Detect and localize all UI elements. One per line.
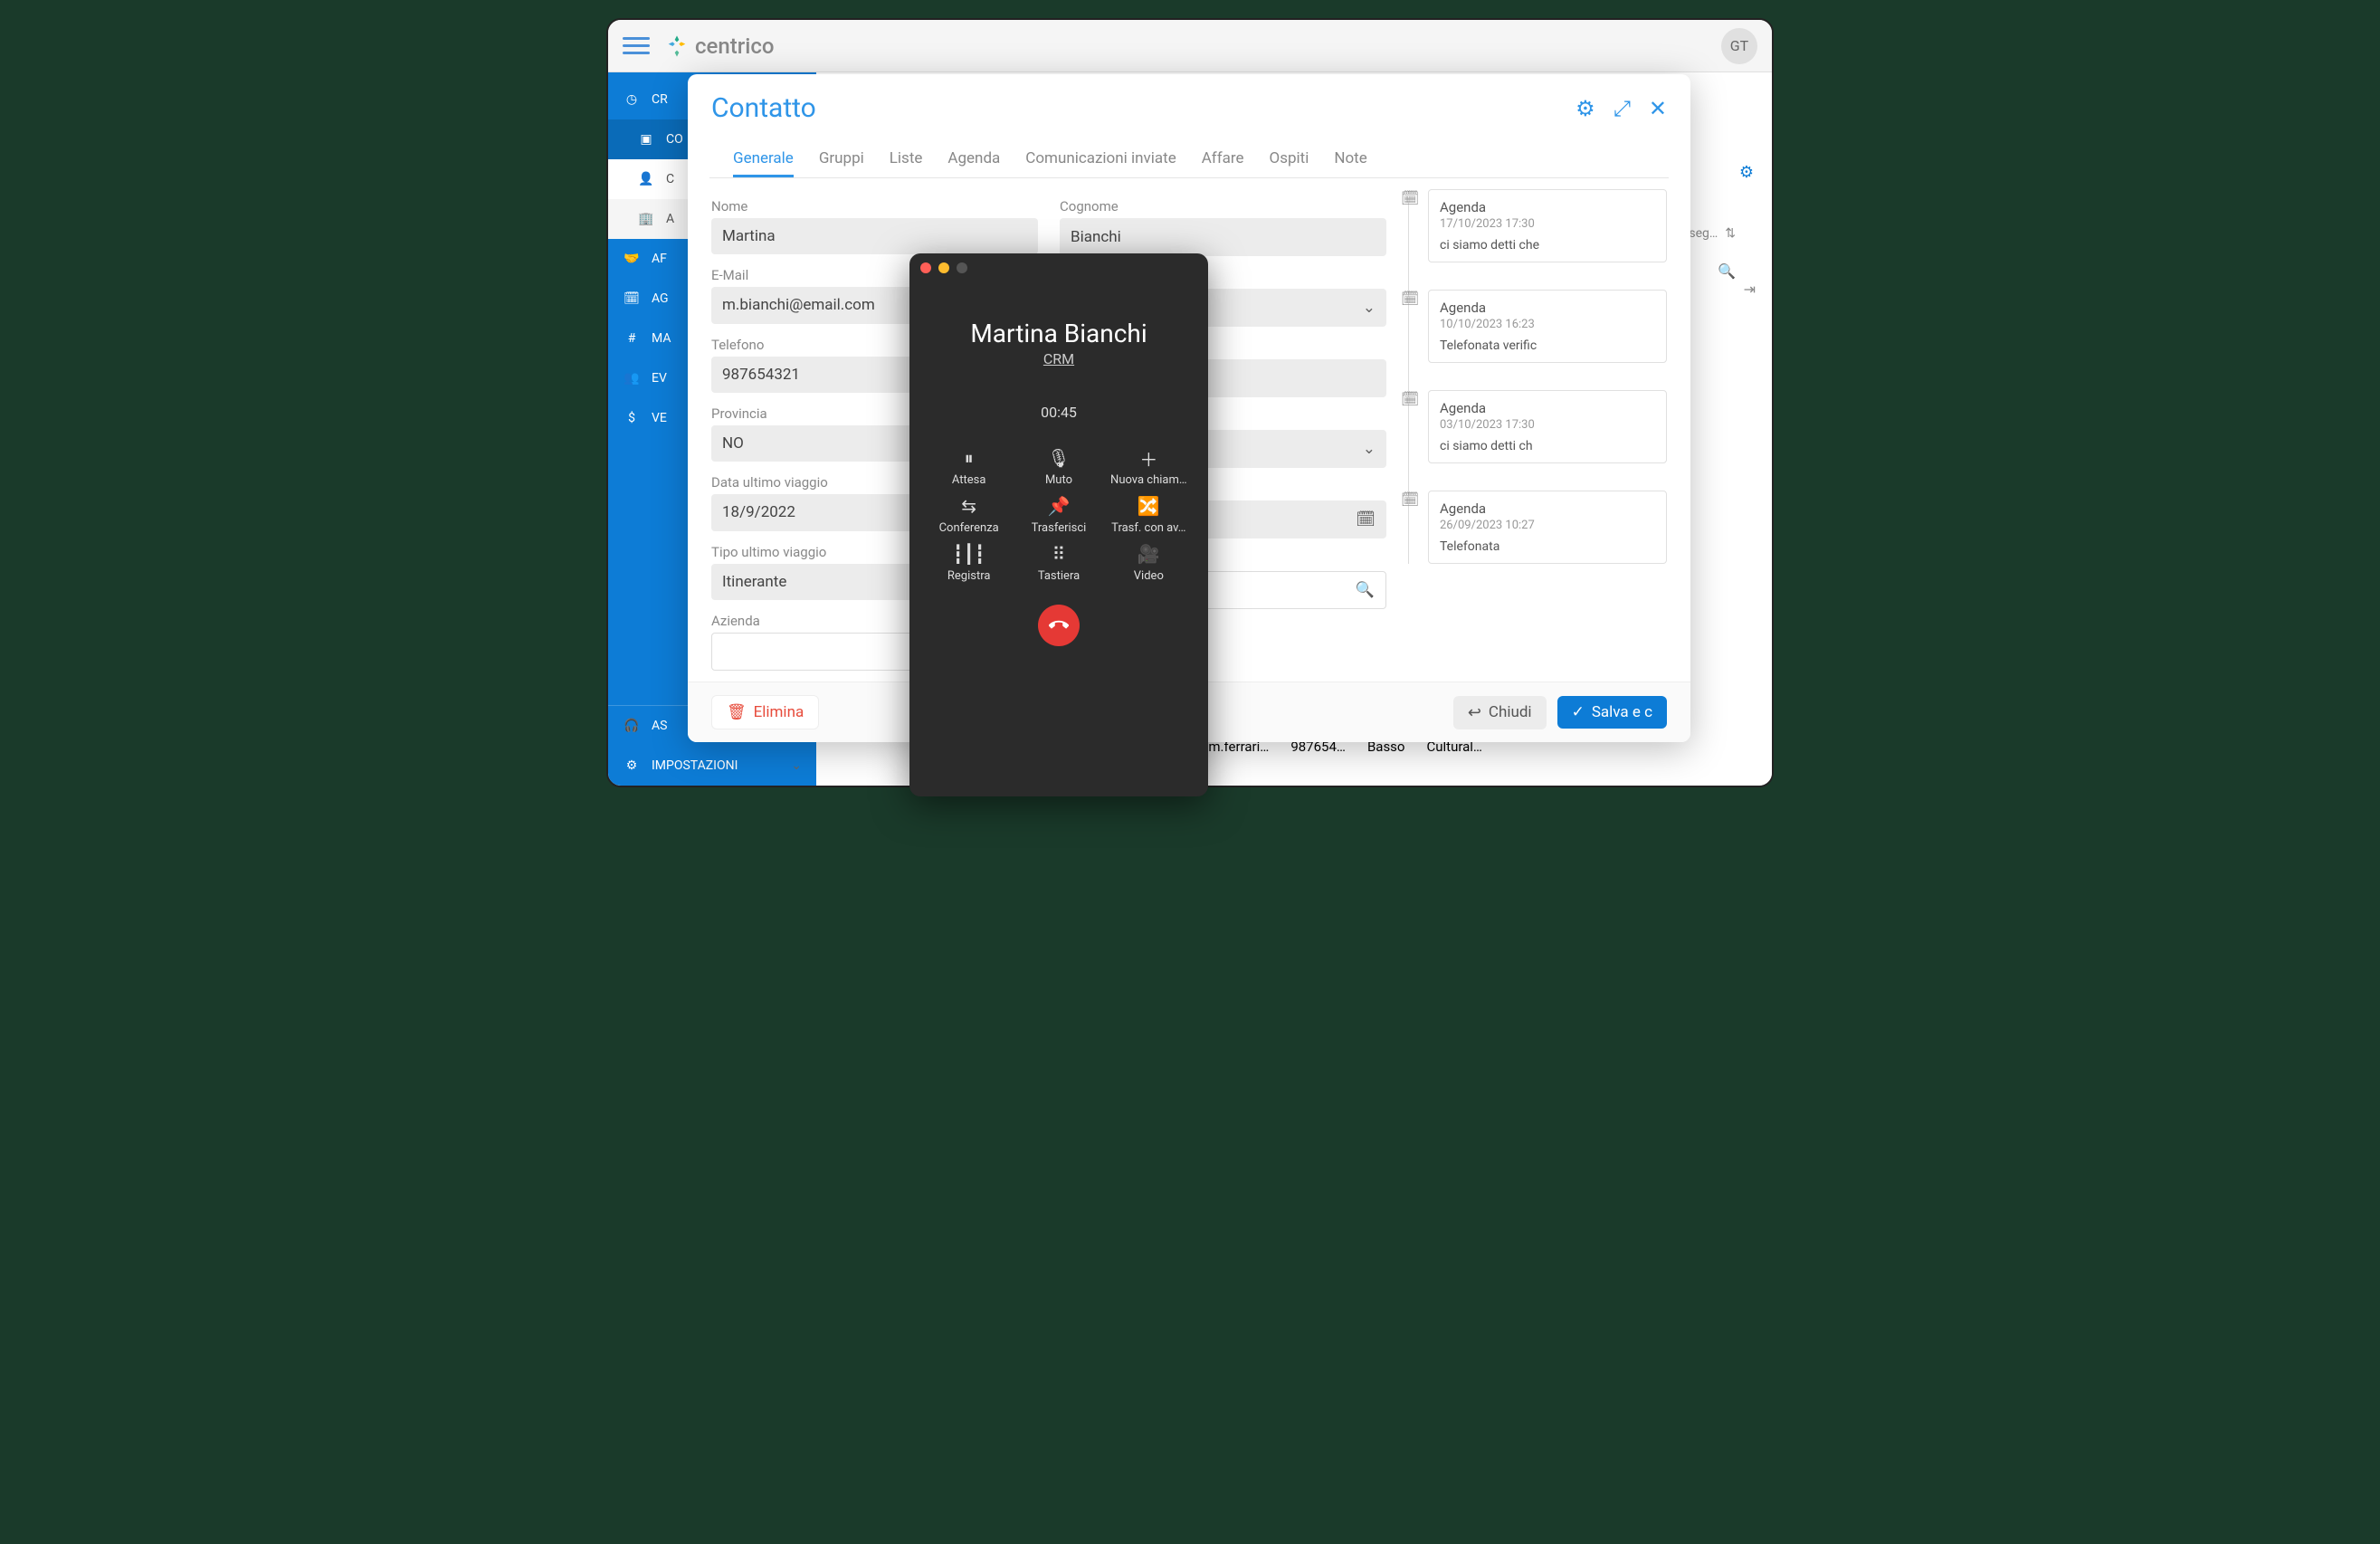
chevron-down-icon: ⌄ [791,758,802,773]
mic-icon: 🎙 [1047,448,1070,468]
tab-comunicazioni[interactable]: Comunicazioni inviate [1025,142,1176,177]
app-header: centrico GT [608,20,1772,72]
tab-gruppi[interactable]: Gruppi [819,142,864,177]
check-icon: ✓ [1572,703,1585,721]
conference-icon: ⇆ [961,496,976,516]
building-icon: 🏢 [637,210,655,228]
search-icon[interactable]: 🔍 [1718,262,1736,280]
expand-right-icon[interactable]: ⇥ [1744,281,1756,298]
waveform-icon: ┇┃┇ [953,544,985,564]
calendar-icon: 🗓 [1401,390,1421,410]
call-source[interactable]: CRM [909,350,1208,367]
call-contact-name: Martina Bianchi [909,319,1208,348]
call-titlebar [909,253,1208,282]
video-icon: 🎥 [1138,544,1160,564]
record-button[interactable]: ┇┃┇Registra [926,544,1012,583]
hangup-button[interactable] [1038,605,1080,646]
trash-icon: 🗑 [727,703,747,721]
timeline-item[interactable]: 🗓 Agenda10/10/2023 16:23Telefonata verif… [1428,290,1667,363]
cognome-field[interactable] [1060,218,1386,256]
hash-icon: # [623,329,641,348]
search-icon: 🔍 [1356,581,1375,599]
gear-icon[interactable]: ⚙ [1739,163,1754,182]
call-timer: 00:45 [909,404,1208,421]
transfer-icon: 📌 [1048,496,1071,516]
timeline-item[interactable]: 🗓 Agenda03/10/2023 17:30ci siamo detti c… [1428,390,1667,463]
hold-button[interactable]: ⏸Attesa [926,448,1012,487]
chevron-down-icon: ⌄ [1363,440,1376,458]
conference-button[interactable]: ⇆Conferenza [926,496,1012,535]
keypad-icon: ⠿ [1052,544,1066,564]
pause-icon: ⏸ [965,448,974,468]
calendar-icon: 🗓 [1401,491,1421,510]
group-icon: 👥 [623,369,641,387]
person-icon: 👤 [637,170,655,188]
calendar-icon: 🗓 [623,290,641,308]
tab-liste[interactable]: Liste [890,142,923,177]
tab-generale[interactable]: Generale [733,142,794,177]
phone-hangup-icon [1049,615,1069,635]
call-actions-grid: ⏸Attesa 🎙Muto ＋Nuova chiam… ⇆Conferenza … [909,421,1208,592]
video-button[interactable]: 🎥Video [1106,544,1192,583]
window-minimize-icon[interactable] [938,262,949,273]
mute-button[interactable]: 🎙Muto [1015,448,1101,487]
modal-header: Contatto ⚙ ⤢ ✕ [688,74,1690,131]
label-nome: Nome [711,198,1038,214]
close-button[interactable]: ↩Chiudi [1453,696,1547,729]
calendar-icon: 🗓 [1401,189,1421,209]
headset-icon: 🎧 [623,717,641,735]
expand-icon[interactable]: ⤢ [1614,96,1631,121]
delete-button[interactable]: 🗑Elimina [711,695,819,729]
tab-affare[interactable]: Affare [1202,142,1244,177]
logo: centrico [664,33,774,59]
modal-title: Contatto [711,92,816,124]
tab-ospiti[interactable]: Ospiti [1270,142,1309,177]
keypad-button[interactable]: ⠿Tastiera [1015,544,1101,583]
timeline: 🗓 Agenda17/10/2023 17:30ci siamo detti c… [1395,189,1667,671]
window-close-icon[interactable] [920,262,931,273]
chevron-down-icon: ⌄ [1363,299,1376,317]
save-button[interactable]: ✓Salva e c [1557,696,1667,729]
gauge-icon: ◷ [623,91,641,109]
tabs: Generale Gruppi Liste Agenda Comunicazio… [709,131,1669,178]
logo-text: centrico [695,33,774,59]
logo-icon [664,33,690,59]
gear-icon[interactable]: ⚙ [1576,96,1595,121]
plus-icon: ＋ [1139,448,1157,468]
calendar-icon: 🗓 [1401,290,1421,310]
cogs-icon: ⚙ [623,757,641,775]
timeline-item[interactable]: 🗓 Agenda26/09/2023 10:27Telefonata [1428,491,1667,564]
avatar[interactable]: GT [1721,28,1757,64]
new-call-button[interactable]: ＋Nuova chiam… [1106,448,1192,487]
dollar-icon: $ [623,409,641,427]
hamburger-menu-icon[interactable] [623,33,650,60]
handshake-icon: 🤝 [623,250,641,268]
sidebar-item-settings[interactable]: ⚙IMPOSTAZIONI⌄ [608,746,816,786]
sort-icon: ⇅ [1725,226,1736,241]
reply-icon: ↩ [1468,703,1481,722]
attended-transfer-button[interactable]: 🔀Trasf. con av… [1106,496,1192,535]
call-window: Martina Bianchi CRM 00:45 ⏸Attesa 🎙Muto … [909,253,1208,796]
window-zoom-icon[interactable] [957,262,967,273]
label-cognome: Cognome [1060,198,1386,214]
timeline-item[interactable]: 🗓 Agenda17/10/2023 17:30ci siamo detti c… [1428,189,1667,262]
nome-field[interactable] [711,218,1038,254]
tab-agenda[interactable]: Agenda [947,142,1000,177]
transfer-button[interactable]: 📌Trasferisci [1015,496,1101,535]
shuffle-icon: 🔀 [1138,496,1160,516]
close-icon[interactable]: ✕ [1649,96,1667,121]
calendar-icon: 🗓 [1356,510,1376,529]
tab-note[interactable]: Note [1334,142,1366,177]
people-icon: ▣ [637,130,655,148]
